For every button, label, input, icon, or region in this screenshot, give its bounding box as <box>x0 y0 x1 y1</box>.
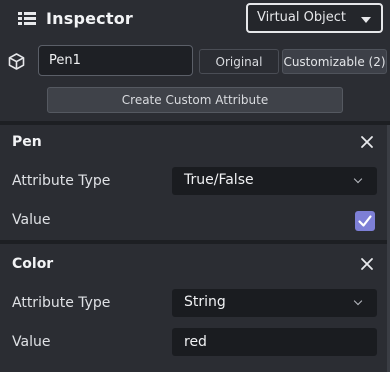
cube-icon <box>8 53 25 70</box>
caret-down-icon <box>361 17 371 23</box>
attribute-type-dropdown[interactable]: True/False <box>172 167 377 195</box>
close-icon[interactable] <box>360 257 374 271</box>
object-mode-value: Virtual Object <box>257 10 346 25</box>
close-icon[interactable] <box>360 135 374 149</box>
value-label: Value <box>12 212 51 228</box>
section-title-color: Color <box>12 256 54 272</box>
tab-customizable[interactable]: Customizable (2) <box>282 49 387 74</box>
inspector-header: Inspector Virtual Object <box>0 0 390 38</box>
object-name-input[interactable]: Pen1 <box>38 45 193 76</box>
attribute-type-value: String <box>184 294 226 310</box>
create-custom-attribute-button[interactable]: Create Custom Attribute <box>47 87 343 113</box>
chevron-down-icon <box>353 174 363 184</box>
section-title-pen: Pen <box>12 134 42 150</box>
attribute-type-label: Attribute Type <box>12 173 111 189</box>
check-icon <box>358 215 372 227</box>
attribute-type-value: True/False <box>184 172 254 188</box>
page-title: Inspector <box>46 9 133 28</box>
attribute-type-dropdown[interactable]: String <box>172 289 377 317</box>
section-divider <box>0 240 390 244</box>
value-text-input[interactable]: red <box>172 328 377 356</box>
tab-original[interactable]: Original <box>199 49 279 74</box>
attribute-type-label: Attribute Type <box>12 295 111 311</box>
hamburger-icon[interactable] <box>18 12 36 26</box>
object-mode-select[interactable]: Virtual Object <box>246 3 383 33</box>
value-label: Value <box>12 334 51 350</box>
section-divider <box>0 121 390 125</box>
value-checkbox[interactable] <box>355 211 375 231</box>
chevron-down-icon <box>353 296 363 306</box>
